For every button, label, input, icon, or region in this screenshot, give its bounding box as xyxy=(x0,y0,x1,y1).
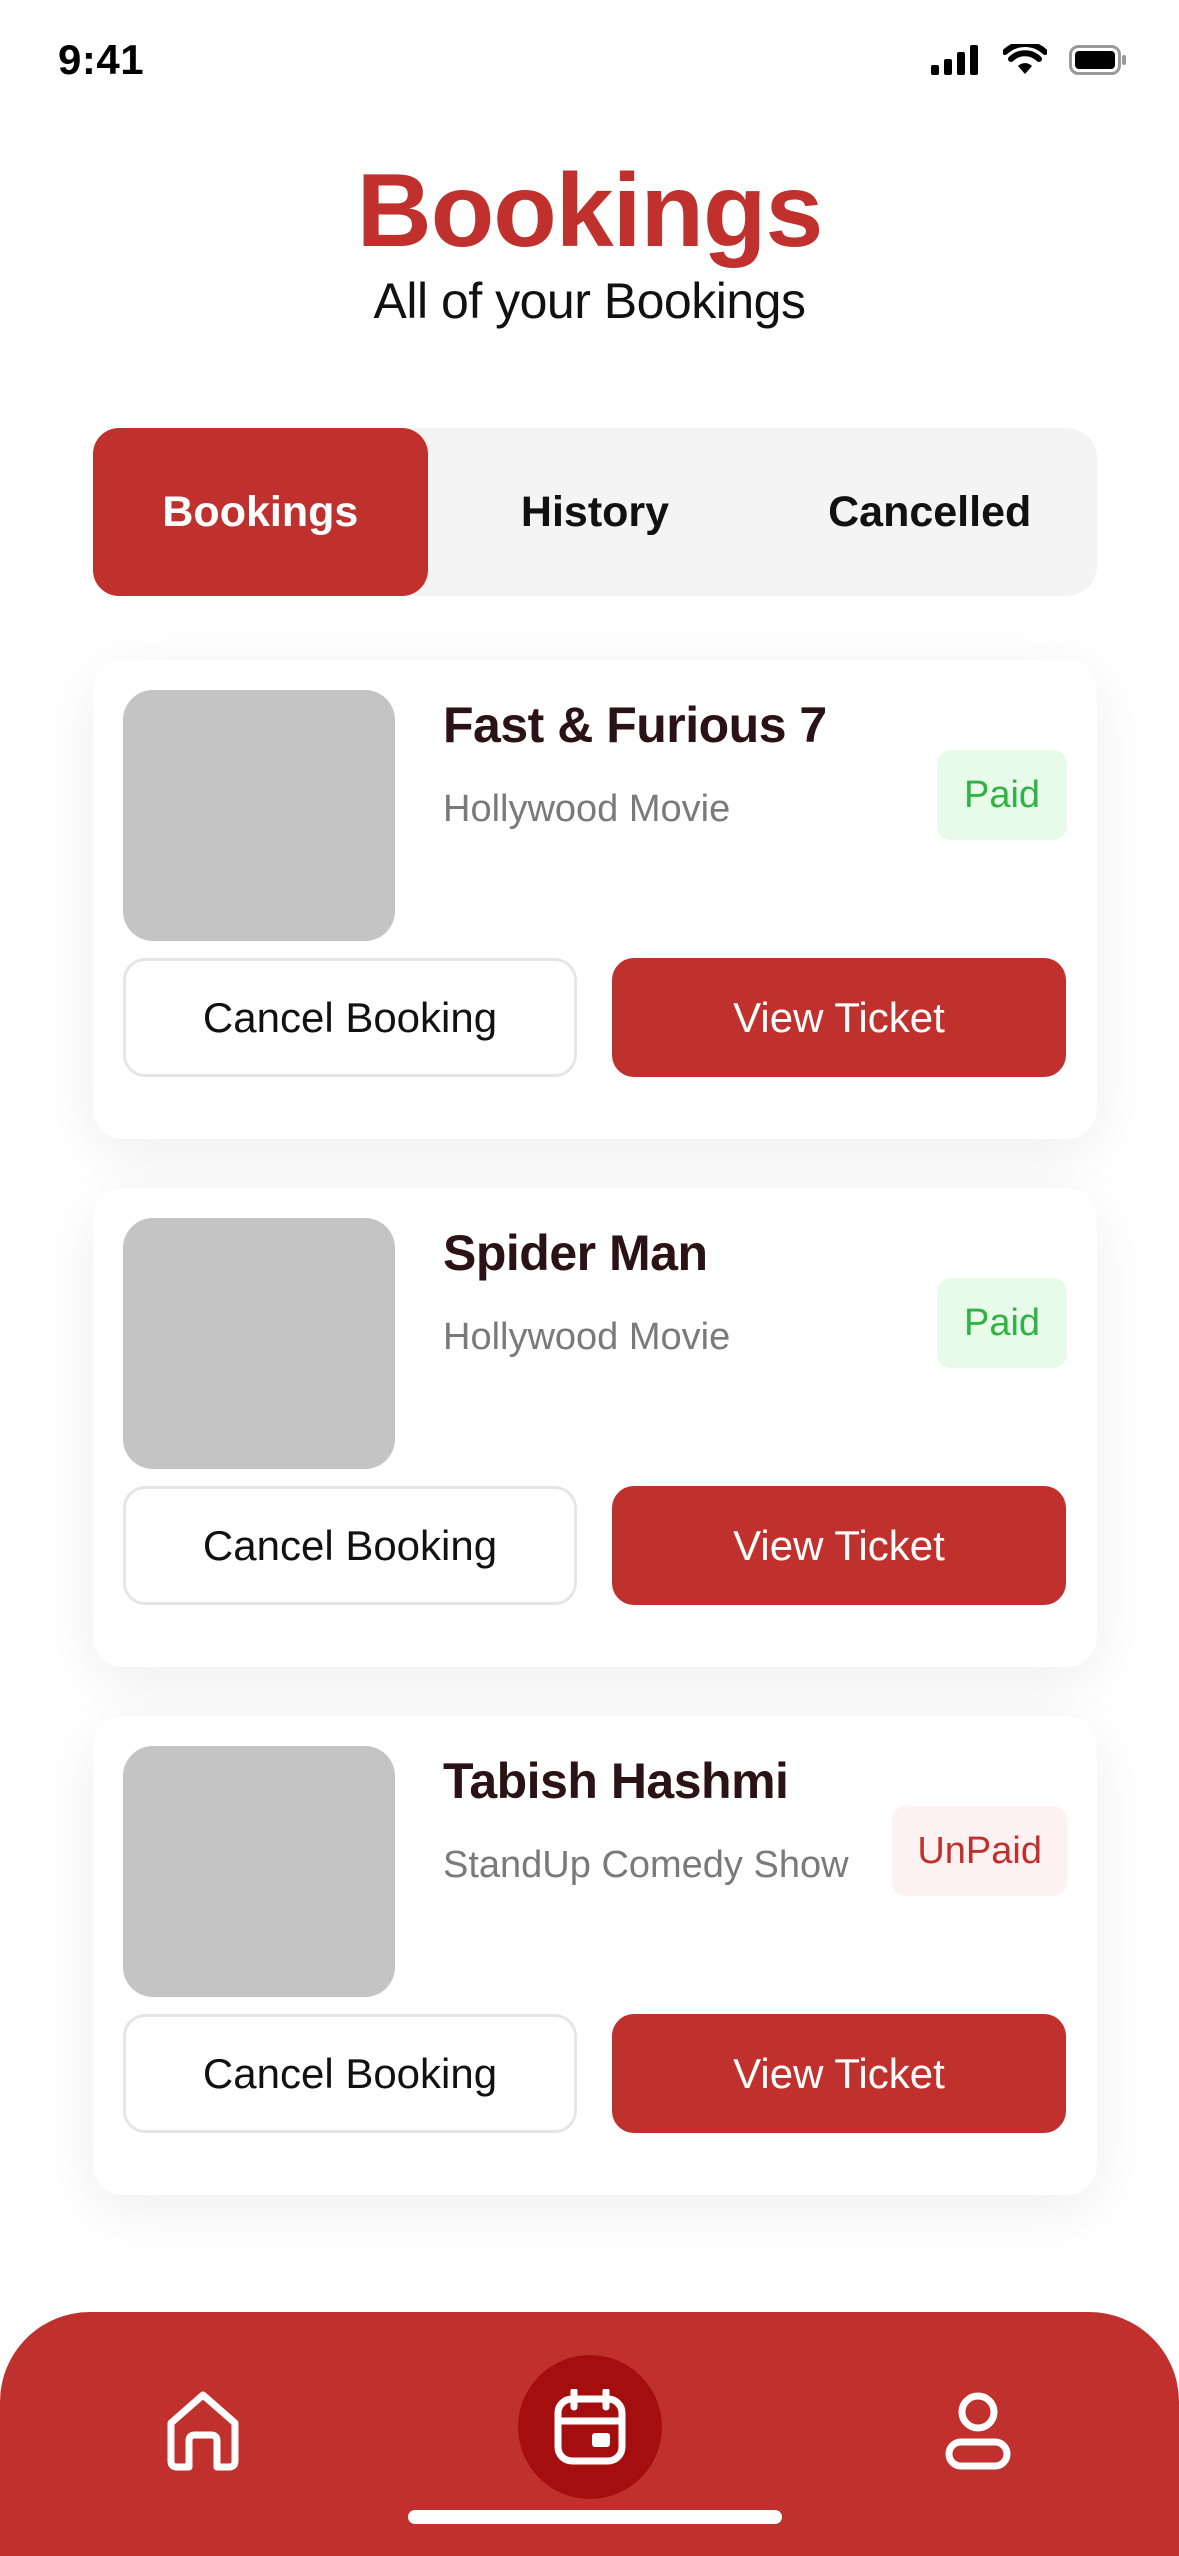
event-thumbnail xyxy=(123,1746,395,1997)
event-category: StandUp Comedy Show xyxy=(443,1844,849,1886)
tab-cancelled[interactable]: Cancelled xyxy=(762,428,1097,596)
event-thumbnail xyxy=(123,1218,395,1469)
view-ticket-button[interactable]: View Ticket xyxy=(612,2014,1066,2133)
calendar-icon xyxy=(554,2389,626,2465)
bookings-screen: 9:41 Bookings All of your Bookings Booki… xyxy=(0,0,1179,2556)
view-ticket-button[interactable]: View Ticket xyxy=(612,958,1066,1077)
view-ticket-button[interactable]: View Ticket xyxy=(612,1486,1066,1605)
payment-status-badge: UnPaid xyxy=(892,1806,1067,1896)
nav-profile-button[interactable] xyxy=(930,2382,1026,2478)
nav-bookings-button[interactable] xyxy=(518,2355,662,2499)
event-category: Hollywood Movie xyxy=(443,788,731,830)
event-category: Hollywood Movie xyxy=(443,1316,731,1358)
booking-card: Spider Man Hollywood Movie Paid Cancel B… xyxy=(93,1188,1097,1667)
cellular-signal-icon xyxy=(931,45,978,75)
home-indicator xyxy=(408,2510,782,2524)
booking-card: Tabish Hashmi StandUp Comedy Show UnPaid… xyxy=(93,1716,1097,2195)
home-icon xyxy=(167,2391,239,2471)
cancel-booking-button[interactable]: Cancel Booking xyxy=(123,958,577,1077)
payment-status-badge: Paid xyxy=(937,1278,1067,1368)
battery-icon xyxy=(1069,45,1126,75)
event-thumbnail xyxy=(123,690,395,941)
page-subtitle: All of your Bookings xyxy=(373,273,806,329)
booking-tabs: Bookings History Cancelled xyxy=(93,428,1097,596)
nav-home-button[interactable] xyxy=(155,2382,251,2478)
payment-status-badge: Paid xyxy=(937,750,1067,840)
event-title: Tabish Hashmi xyxy=(443,1753,789,1809)
cancel-booking-button[interactable]: Cancel Booking xyxy=(123,1486,577,1605)
wifi-icon xyxy=(1003,44,1047,74)
status-time: 9:41 xyxy=(58,36,145,83)
event-title: Spider Man xyxy=(443,1225,708,1281)
profile-icon xyxy=(945,2392,1011,2470)
booking-card: Fast & Furious 7 Hollywood Movie Paid Ca… xyxy=(93,660,1097,1139)
event-title: Fast & Furious 7 xyxy=(443,697,827,753)
page-title: Bookings xyxy=(356,153,824,269)
status-icons xyxy=(931,44,1127,76)
tab-history[interactable]: History xyxy=(428,428,763,596)
cancel-booking-button[interactable]: Cancel Booking xyxy=(123,2014,577,2133)
tab-bookings[interactable]: Bookings xyxy=(93,428,428,596)
